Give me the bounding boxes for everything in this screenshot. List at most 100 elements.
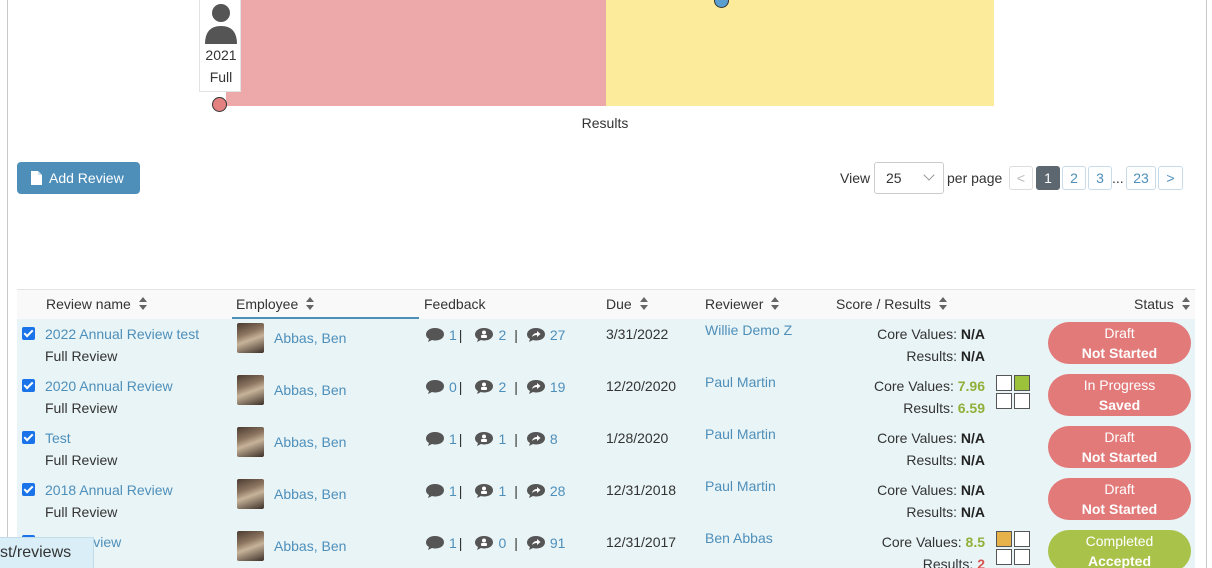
employee-link[interactable]: Abbas, Ben xyxy=(274,538,346,554)
separator: | xyxy=(458,327,463,343)
status-badge[interactable]: Draft Not Started xyxy=(1048,426,1191,468)
status-badge[interactable]: Draft Not Started xyxy=(1048,478,1191,520)
results-score: Results: 2 xyxy=(923,556,985,568)
due-date: 3/31/2022 xyxy=(606,326,669,342)
pagination-page-3[interactable]: 3 xyxy=(1088,166,1112,190)
row-checkbox[interactable] xyxy=(22,483,35,496)
core-values-label: Core Values: xyxy=(877,326,957,342)
reviewer-link[interactable]: Paul Martin xyxy=(705,374,776,390)
review-name-link[interactable]: 2018 Annual Review xyxy=(45,482,173,498)
row-checkbox[interactable] xyxy=(22,379,35,392)
header-review-name-label: Review name xyxy=(46,296,131,312)
header-status[interactable]: Status xyxy=(1134,296,1191,312)
shares-count-link[interactable]: 27 xyxy=(526,327,565,343)
header-due[interactable]: Due xyxy=(606,296,649,312)
comments-count-link[interactable]: 1 xyxy=(425,483,457,499)
view-label: View xyxy=(840,170,871,186)
comment-icon xyxy=(426,380,444,394)
results-label: Results: xyxy=(922,556,974,568)
pagination-page-last[interactable]: 23 xyxy=(1126,166,1156,190)
results-label: Results: xyxy=(906,452,957,468)
comment-icon xyxy=(426,536,444,550)
avatar xyxy=(237,479,264,509)
pagination-prev[interactable]: < xyxy=(1009,166,1033,190)
header-review-name[interactable]: Review name xyxy=(46,296,148,312)
requests-count-link[interactable]: 1 xyxy=(474,431,506,447)
per-page-label: per page xyxy=(947,170,1003,186)
row-checkbox[interactable] xyxy=(22,327,35,340)
reviewer-link[interactable]: Paul Martin xyxy=(705,426,776,442)
separator: | xyxy=(514,327,518,343)
pagination-next[interactable]: > xyxy=(1158,166,1183,190)
core-values-value: 7.96 xyxy=(957,378,985,394)
header-score-results[interactable]: Score / Results xyxy=(836,296,948,312)
table-row[interactable]: nual ReviewiewAbbas, Ben1|0|9112/31/2017… xyxy=(17,527,1195,568)
feedback-counts: 1 | 1 | 8 xyxy=(425,431,558,447)
add-review-button[interactable]: Add Review xyxy=(17,162,140,194)
share-icon xyxy=(526,484,545,498)
status-stage: Completed xyxy=(1085,533,1154,549)
table-row[interactable]: Test Full Review Abbas, Ben 1 | 1 | 8 1/28/2020 P… xyxy=(17,423,1195,475)
shares-count-link[interactable]: 8 xyxy=(526,431,558,447)
shares-count-link[interactable]: 19 xyxy=(526,379,566,395)
feedback-request-icon xyxy=(475,328,494,342)
sort-icon xyxy=(306,297,315,311)
header-employee[interactable]: Employee xyxy=(236,296,315,312)
reviewer-link[interactable]: Ben Abbas xyxy=(705,530,773,546)
share-icon xyxy=(526,432,545,446)
requests-count-link[interactable]: 1 xyxy=(474,483,506,499)
results-label: Results: xyxy=(903,400,954,416)
status-badge[interactable]: Draft Not Started xyxy=(1048,322,1191,364)
table-row[interactable]: 2022 Annual Review test Full Review Abbas,… xyxy=(17,319,1195,371)
results-label: Results: xyxy=(906,348,957,364)
comments-count: 1 xyxy=(449,535,457,551)
status-state: Accepted xyxy=(1087,553,1152,568)
table-row[interactable]: 2018 Annual Review Full Review Abbas, Ben 1… xyxy=(17,475,1195,527)
employee-link[interactable]: Abbas, Ben xyxy=(274,382,346,398)
header-reviewer[interactable]: Reviewer xyxy=(705,296,780,312)
results-value: N/A xyxy=(960,504,985,520)
due-date: 12/31/2017 xyxy=(606,534,677,550)
employee-link[interactable]: Abbas, Ben xyxy=(274,486,346,502)
review-name-link[interactable]: 2022 Annual Review test xyxy=(45,326,199,342)
per-page-select[interactable]: 25 xyxy=(874,162,944,194)
requests-count-link[interactable]: 2 xyxy=(474,379,506,395)
sort-icon xyxy=(1181,297,1191,311)
pagination-ellipsis: ... xyxy=(1112,170,1124,186)
pagination-page-1[interactable]: 1 xyxy=(1036,166,1060,190)
results-value: N/A xyxy=(960,348,985,364)
core-values-value: N/A xyxy=(960,326,985,342)
shares-count: 28 xyxy=(549,483,566,499)
review-type: Full Review xyxy=(45,504,118,520)
header-score-results-label: Score / Results xyxy=(836,296,931,312)
separator: | xyxy=(514,431,518,447)
status-badge[interactable]: Completed Accepted xyxy=(1048,530,1191,568)
comments-count-link[interactable]: 1 xyxy=(425,327,457,343)
core-values-score: Core Values: 7.96 xyxy=(874,378,985,394)
pagination-page-2[interactable]: 2 xyxy=(1062,166,1086,190)
status-badge[interactable]: In Progress Saved xyxy=(1048,374,1191,416)
shares-count: 19 xyxy=(549,379,566,395)
requests-count-link[interactable]: 2 xyxy=(474,327,506,343)
shares-count-link[interactable]: 91 xyxy=(526,535,565,551)
table-row[interactable]: 2020 Annual Review Full Review Abbas, Ben 0… xyxy=(17,371,1195,423)
review-chart: 2021 Full Results xyxy=(0,0,1212,140)
reviewer-link[interactable]: Willie Demo Z xyxy=(705,322,792,338)
core-values-value: 8.5 xyxy=(965,534,985,550)
table-body: 2022 Annual Review test Full Review Abbas,… xyxy=(17,319,1195,568)
employee-link[interactable]: Abbas, Ben xyxy=(274,330,346,346)
comments-count-link[interactable]: 1 xyxy=(425,431,457,447)
comments-count-link[interactable]: 1 xyxy=(425,535,457,551)
chart-marker-card[interactable]: 2021 Full xyxy=(199,0,241,92)
row-checkbox[interactable] xyxy=(22,431,35,444)
core-values-value: N/A xyxy=(960,430,985,446)
review-name-link[interactable]: Test xyxy=(45,430,71,446)
employee-link[interactable]: Abbas, Ben xyxy=(274,434,346,450)
requests-count-link[interactable]: 0 xyxy=(474,535,506,551)
review-name-link[interactable]: 2020 Annual Review xyxy=(45,378,173,394)
chart-point-red[interactable] xyxy=(212,97,227,112)
results-value: N/A xyxy=(960,452,985,468)
reviewer-link[interactable]: Paul Martin xyxy=(705,478,776,494)
shares-count-link[interactable]: 28 xyxy=(526,483,566,499)
comments-count-link[interactable]: 0 xyxy=(425,379,457,395)
